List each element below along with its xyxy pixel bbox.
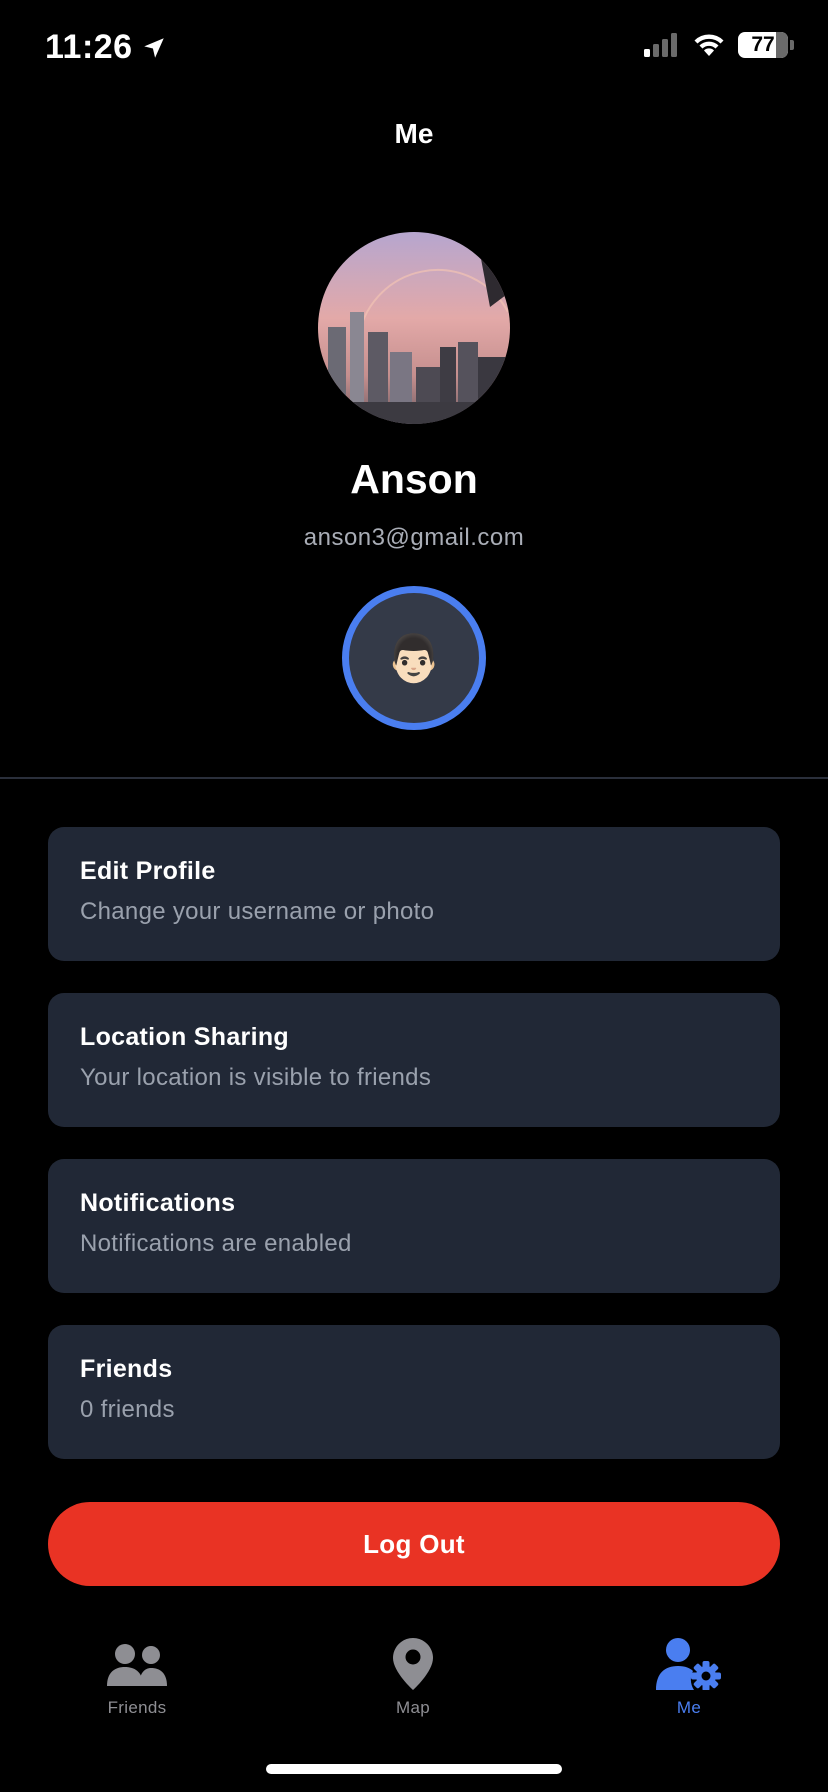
- location-arrow-icon: [143, 37, 164, 58]
- menu-item-subtitle: Your location is visible to friends: [80, 1064, 432, 1091]
- map-pin-icon: [393, 1638, 433, 1690]
- menu-item-subtitle: 0 friends: [80, 1396, 175, 1423]
- log-out-button[interactable]: Log Out: [48, 1502, 780, 1586]
- menu-item-subtitle: Notifications are enabled: [80, 1230, 352, 1257]
- cellular-signal-icon: [644, 33, 677, 57]
- wifi-icon: [694, 34, 724, 56]
- menu-item-title: Location Sharing: [80, 1023, 289, 1051]
- menu-item-title: Notifications: [80, 1189, 236, 1217]
- tab-label: Me: [676, 1698, 702, 1717]
- notifications-card[interactable]: Notifications Notifications are enabled: [48, 1159, 780, 1293]
- status-indicators: 77: [644, 32, 794, 58]
- status-time: 11:26: [45, 28, 167, 67]
- avatar[interactable]: 👨🏻: [342, 586, 486, 730]
- menu-item-title: Friends: [80, 1355, 173, 1383]
- profile-email: anson3@gmail.com: [303, 524, 525, 551]
- friends-icon: [107, 1644, 167, 1686]
- page-title: Me: [394, 118, 434, 149]
- tab-me[interactable]: Me: [589, 1630, 789, 1718]
- menu-item-title: Edit Profile: [80, 857, 216, 885]
- tab-label: Friends: [107, 1698, 167, 1717]
- tab-bar: Friends Map Me: [0, 1630, 828, 1740]
- profile-photo-image: [318, 232, 510, 424]
- profile-photo[interactable]: [318, 232, 510, 424]
- location-sharing-card[interactable]: Location Sharing Your location is visibl…: [48, 993, 780, 1127]
- profile-name: Anson: [350, 456, 478, 502]
- friends-card[interactable]: Friends 0 friends: [48, 1325, 780, 1459]
- section-divider: [0, 777, 828, 779]
- tab-label: Map: [396, 1698, 430, 1717]
- battery-icon: 77: [738, 32, 788, 58]
- time-text: 11:26: [45, 28, 133, 66]
- battery-level: 77: [751, 33, 775, 56]
- tab-friends[interactable]: Friends: [37, 1630, 237, 1718]
- user-gear-icon: [656, 1638, 721, 1690]
- status-bar: 11:26 77: [0, 0, 828, 100]
- home-indicator[interactable]: [266, 1764, 562, 1774]
- menu-item-subtitle: Change your username or photo: [80, 898, 435, 925]
- edit-profile-card[interactable]: Edit Profile Change your username or pho…: [48, 827, 780, 961]
- tab-map[interactable]: Map: [313, 1630, 513, 1718]
- avatar-emoji: 👨🏻: [385, 632, 443, 684]
